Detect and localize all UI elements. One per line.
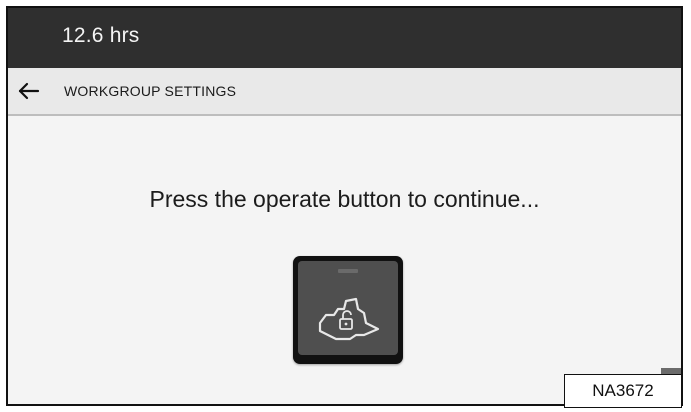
machine-unlock-icon [318, 297, 380, 341]
operate-button-face [298, 261, 398, 355]
figure-id-label: NA3672 [564, 374, 682, 408]
status-bar: 12.6 hrs [8, 8, 681, 68]
page-title: WORKGROUP SETTINGS [64, 83, 237, 99]
display-screen: 12.6 hrs WORKGROUP SETTINGS Press the op… [6, 6, 683, 406]
operate-button[interactable] [293, 256, 403, 364]
header-bar: WORKGROUP SETTINGS [8, 68, 681, 116]
arrow-left-icon[interactable] [16, 78, 42, 104]
operate-prompt: Press the operate button to continue... [149, 186, 540, 212]
hour-meter-readout: 12.6 hrs [62, 24, 140, 47]
operate-indicator [338, 269, 358, 273]
main-content: Press the operate button to continue... [8, 116, 681, 404]
